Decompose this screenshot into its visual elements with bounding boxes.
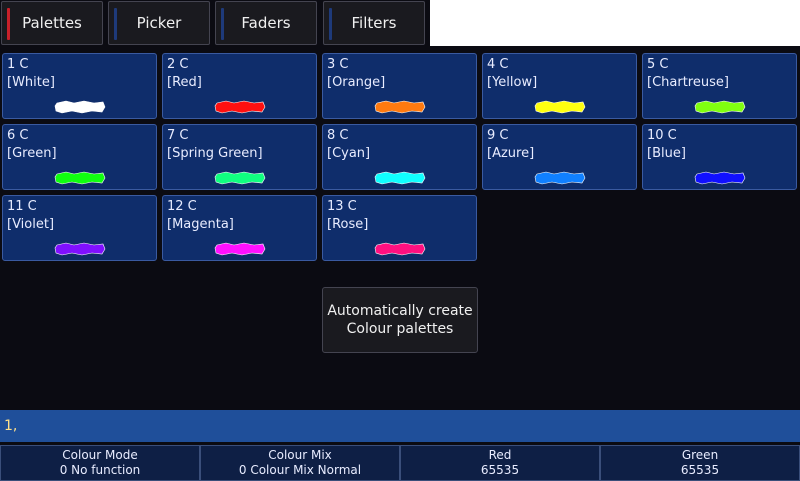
- tab-indicator: [329, 8, 332, 40]
- palette-tile-chartreuse[interactable]: 5 C [Chartreuse]: [642, 53, 797, 119]
- tab-indicator: [7, 8, 10, 40]
- tab-palettes[interactable]: Palettes: [1, 1, 103, 45]
- attribute-name: Red: [488, 448, 512, 462]
- palette-number: 4 C: [487, 57, 509, 72]
- auto-create-label-line2: Colour palettes: [346, 321, 454, 337]
- palette-number: 7 C: [167, 128, 189, 143]
- palette-tile-violet[interactable]: 11 C [Violet]: [2, 195, 157, 261]
- palette-name: [Rose]: [327, 217, 369, 232]
- palette-tile-green[interactable]: 6 C [Green]: [2, 124, 157, 190]
- attribute-name: Green: [681, 448, 719, 462]
- attribute-value: 65535: [480, 463, 520, 477]
- palette-name: [Red]: [167, 75, 202, 90]
- palette-number: 12 C: [167, 199, 197, 214]
- colour-swatch-icon: [694, 171, 746, 185]
- colour-swatch-icon: [214, 242, 266, 256]
- palette-number: 13 C: [327, 199, 357, 214]
- attribute-colour-mode[interactable]: Colour Mode 0 No function: [0, 445, 200, 481]
- colour-swatch-icon: [374, 100, 426, 114]
- command-line-text: 1,: [4, 418, 18, 434]
- palette-number: 8 C: [327, 128, 349, 143]
- palette-name: [Chartreuse]: [647, 75, 729, 90]
- tab-label: Faders: [241, 14, 291, 32]
- auto-create-label-line1: Automatically create: [327, 303, 473, 319]
- colour-swatch-icon: [374, 242, 426, 256]
- tab-filters[interactable]: Filters: [323, 1, 425, 45]
- colour-swatch-icon: [534, 171, 586, 185]
- palette-name: [Cyan]: [327, 146, 371, 161]
- attribute-colour-mix[interactable]: Colour Mix 0 Colour Mix Normal: [200, 445, 400, 481]
- palette-tile-white[interactable]: 1 C [White]: [2, 53, 157, 119]
- palette-name: [Green]: [7, 146, 57, 161]
- palette-number: 10 C: [647, 128, 677, 143]
- auto-create-palettes-button[interactable]: Automatically create Colour palettes: [322, 287, 478, 353]
- palette-number: 5 C: [647, 57, 669, 72]
- palette-tile-magenta[interactable]: 12 C [Magenta]: [162, 195, 317, 261]
- tab-label: Picker: [136, 14, 182, 32]
- palette-name: [Orange]: [327, 75, 386, 90]
- colour-swatch-icon: [374, 171, 426, 185]
- attribute-bar: Colour Mode 0 No function Colour Mix 0 C…: [0, 445, 800, 481]
- attribute-green[interactable]: Green 65535: [600, 445, 800, 481]
- palette-name: [Azure]: [487, 146, 535, 161]
- palette-tile-rose[interactable]: 13 C [Rose]: [322, 195, 477, 261]
- command-line[interactable]: 1,: [0, 410, 800, 442]
- tab-label: Palettes: [22, 14, 82, 32]
- palette-number: 9 C: [487, 128, 509, 143]
- palette-name: [White]: [7, 75, 55, 90]
- palette-number: 2 C: [167, 57, 189, 72]
- attribute-name: Colour Mode: [62, 448, 138, 462]
- attribute-red[interactable]: Red 65535: [400, 445, 600, 481]
- colour-swatch-icon: [54, 171, 106, 185]
- palette-name: [Violet]: [7, 217, 55, 232]
- palette-number: 1 C: [7, 57, 29, 72]
- palette-number: 3 C: [327, 57, 349, 72]
- palette-tile-orange[interactable]: 3 C [Orange]: [322, 53, 477, 119]
- tab-indicator: [221, 8, 224, 40]
- tab-picker[interactable]: Picker: [108, 1, 210, 45]
- attribute-name: Colour Mix: [268, 448, 332, 462]
- tab-bar: Palettes Picker Faders Filters: [0, 0, 800, 48]
- attribute-value: 65535: [680, 463, 720, 477]
- tab-indicator: [114, 8, 117, 40]
- palette-name: [Magenta]: [167, 217, 234, 232]
- palette-name: [Blue]: [647, 146, 686, 161]
- palette-tile-azure[interactable]: 9 C [Azure]: [482, 124, 637, 190]
- attribute-value: 0 Colour Mix Normal: [238, 463, 362, 477]
- colour-swatch-icon: [694, 100, 746, 114]
- palette-tile-cyan[interactable]: 8 C [Cyan]: [322, 124, 477, 190]
- tab-faders[interactable]: Faders: [215, 1, 317, 45]
- palette-tile-blue[interactable]: 10 C [Blue]: [642, 124, 797, 190]
- palette-name: [Yellow]: [487, 75, 538, 90]
- palette-tile-red[interactable]: 2 C [Red]: [162, 53, 317, 119]
- palette-tile-spring-green[interactable]: 7 C [Spring Green]: [162, 124, 317, 190]
- palette-tile-yellow[interactable]: 4 C [Yellow]: [482, 53, 637, 119]
- attribute-value: 0 No function: [59, 463, 141, 477]
- tab-bar-blank-area: [430, 0, 800, 46]
- palette-name: [Spring Green]: [167, 146, 263, 161]
- tab-label: Filters: [351, 14, 397, 32]
- colour-swatch-icon: [214, 171, 266, 185]
- colour-swatch-icon: [534, 100, 586, 114]
- palette-number: 11 C: [7, 199, 37, 214]
- palette-number: 6 C: [7, 128, 29, 143]
- colour-swatch-icon: [54, 242, 106, 256]
- colour-swatch-icon: [214, 100, 266, 114]
- colour-swatch-icon: [54, 100, 106, 114]
